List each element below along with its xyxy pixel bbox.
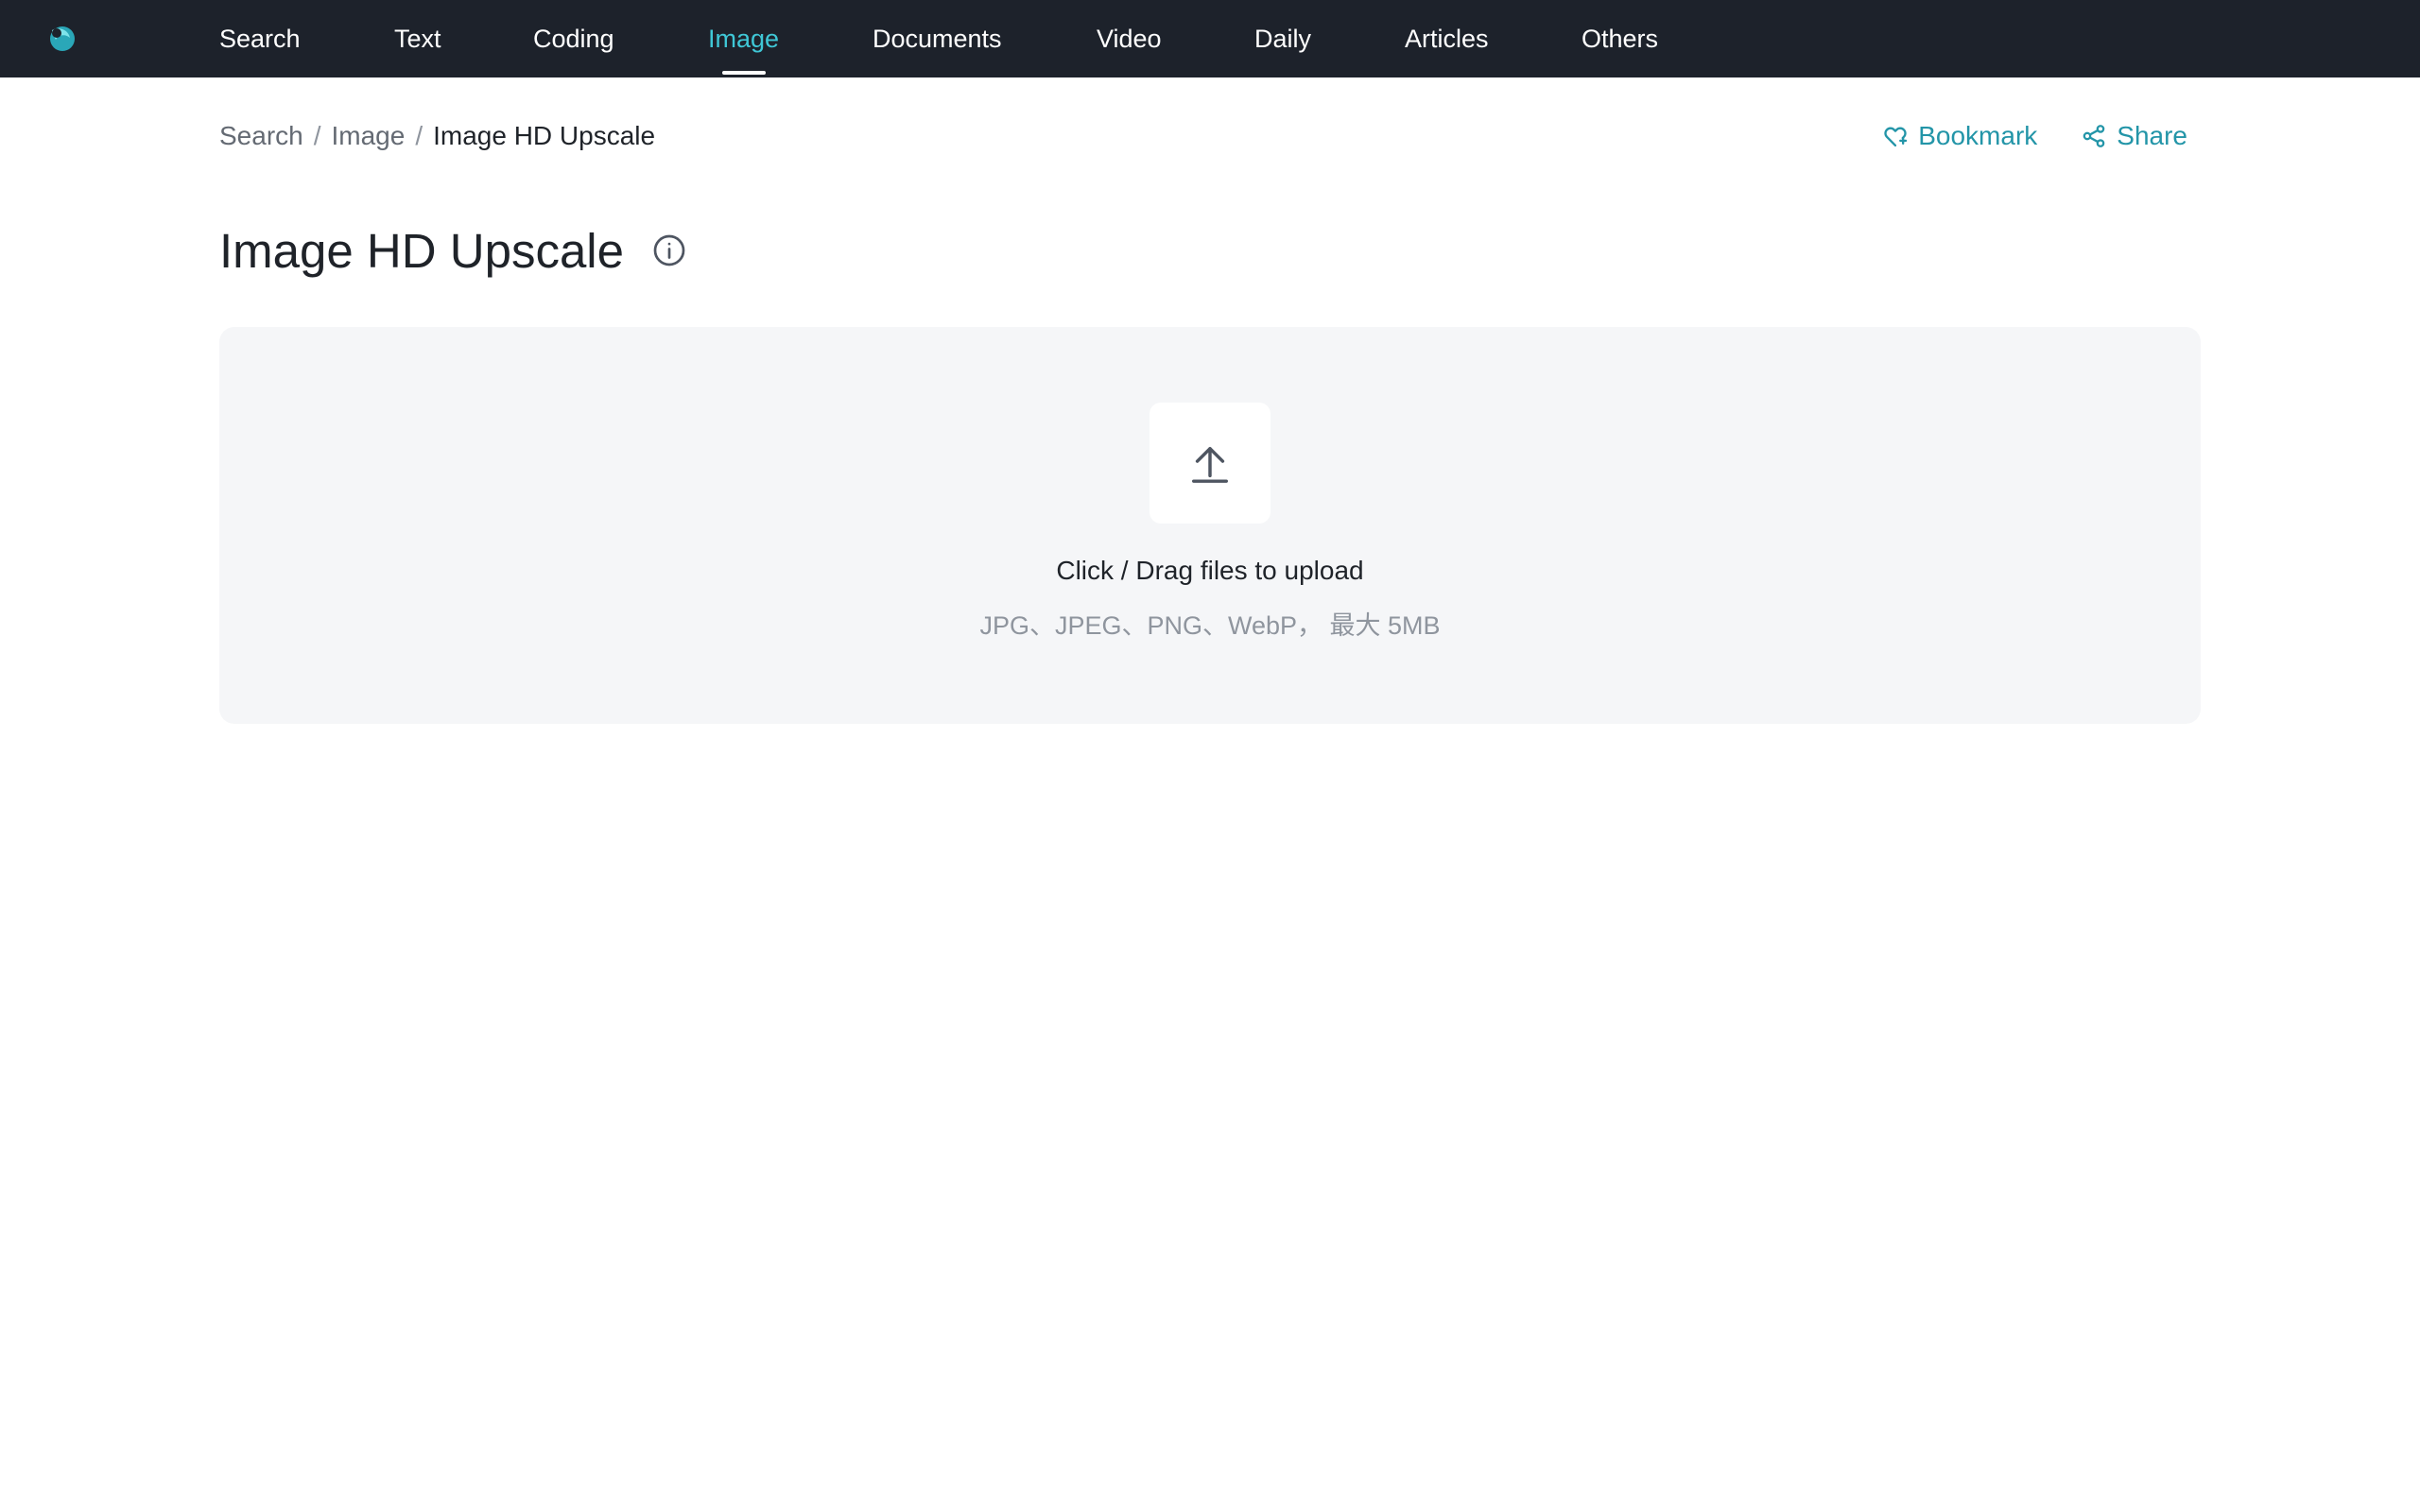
nav-item-label: Others (1582, 25, 1659, 53)
active-tab-indicator (721, 71, 766, 75)
nav-item-label: Video (1097, 25, 1162, 53)
nav-item-label: Daily (1254, 25, 1312, 53)
breadcrumb-item-current: Image HD Upscale (433, 121, 656, 150)
nav-item-video[interactable]: Video (1097, 0, 1162, 77)
breadcrumb: Search / Image / Image HD Upscale (219, 117, 655, 155)
nav-item-documents[interactable]: Documents (873, 0, 1002, 77)
upload-file-types-hint: JPG、JPEG、PNG、WebP， 最大 5MB (979, 611, 1441, 640)
bookmark-button[interactable]: Bookmark (1882, 121, 2037, 151)
main-nav: Search Text Coding Image Documents Video… (0, 0, 2420, 77)
nav-item-image[interactable]: Image (708, 0, 779, 77)
share-button[interactable]: Share (2081, 121, 2187, 151)
nav-item-label: Search (219, 25, 301, 53)
page-actions: Bookmark Share (1882, 117, 2187, 155)
nav-item-others[interactable]: Others (1582, 0, 1658, 77)
nav-item-label: Documents (873, 25, 1002, 53)
nav-item-daily[interactable]: Daily (1254, 0, 1311, 77)
nav-item-search[interactable]: Search (219, 0, 301, 77)
nav-item-label: Coding (533, 25, 614, 53)
nav-item-label: Text (394, 25, 441, 53)
share-label: Share (2117, 121, 2187, 150)
upload-icon (1192, 446, 1228, 483)
title-row: Image HD Upscale (219, 217, 686, 284)
upload-instruction: Click / Drag files to upload (1056, 556, 1364, 585)
info-icon[interactable] (652, 233, 686, 267)
breadcrumb-separator: / (313, 121, 321, 150)
nav-item-label: Articles (1405, 25, 1489, 53)
breadcrumb-item-image[interactable]: Image (332, 121, 406, 150)
nav-item-label: Image (708, 25, 780, 53)
breadcrumb-item-search[interactable]: Search (219, 121, 303, 150)
nav-item-articles[interactable]: Articles (1405, 0, 1489, 77)
bookmark-label: Bookmark (1918, 121, 2038, 150)
nav-item-coding[interactable]: Coding (533, 0, 614, 77)
upload-icon-container (1150, 403, 1270, 524)
nav-item-text[interactable]: Text (394, 0, 441, 77)
top-navigation-bar: Search Text Coding Image Documents Video… (0, 0, 2420, 77)
heart-icon (1884, 127, 1908, 147)
share-icon (2083, 125, 2105, 147)
breadcrumb-separator: / (415, 121, 424, 150)
page-title: Image HD Upscale (219, 223, 624, 278)
upload-dropzone[interactable]: Click / Drag files to upload JPG、JPEG、PN… (219, 327, 2201, 724)
